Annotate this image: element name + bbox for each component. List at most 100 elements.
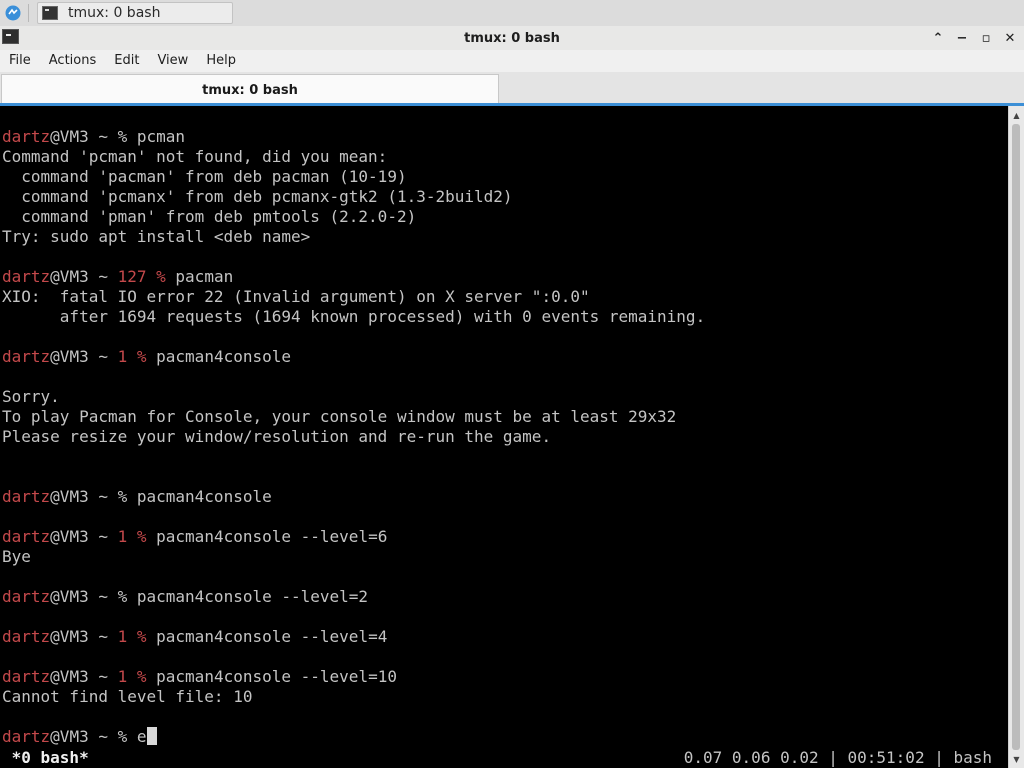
terminal-line: command 'pacman' from deb pacman (10-19) <box>2 167 705 187</box>
terminal-line: dartz@VM3 ~ % e <box>2 727 705 747</box>
tmux-window-list[interactable]: *0 bash* <box>2 748 89 768</box>
terminal-text: dartz <box>2 267 51 286</box>
terminal-text: XIO: fatal IO error 22 (Invalid argument… <box>2 287 590 306</box>
taskbar-separator <box>28 4 29 22</box>
close-button[interactable]: ✕ <box>1000 28 1020 48</box>
terminal-text: @VM3 ~ <box>50 267 118 286</box>
terminal-text: dartz <box>2 627 51 646</box>
terminal-text: pacman4console <box>146 347 292 366</box>
minimize-button[interactable]: − <box>952 28 972 48</box>
terminal-line: Cannot find level file: 10 <box>2 687 705 707</box>
text-cursor <box>146 727 157 745</box>
terminal-line: after 1694 requests (1694 known processe… <box>2 307 705 327</box>
menu-file[interactable]: File <box>0 50 40 72</box>
terminal-text: Cannot find level file: 10 <box>2 687 253 706</box>
terminal-text: 1 % <box>117 627 147 646</box>
terminal-line: dartz@VM3 ~ 1 % pacman4console --level=6 <box>2 527 705 547</box>
terminal-line: Command 'pcman' not found, did you mean: <box>2 147 705 167</box>
terminal-line: dartz@VM3 ~ % pacman4console --level=2 <box>2 587 705 607</box>
terminal-line: Try: sudo apt install <deb name> <box>2 227 705 247</box>
terminal-icon <box>42 6 58 20</box>
terminal-line: XIO: fatal IO error 22 (Invalid argument… <box>2 287 705 307</box>
menu-help[interactable]: Help <box>197 50 245 72</box>
terminal-text: pacman4console --level=4 <box>146 627 388 646</box>
terminal-text: dartz <box>2 587 51 606</box>
terminal-line: dartz@VM3 ~ 1 % pacman4console <box>2 347 705 367</box>
menu-edit[interactable]: Edit <box>105 50 148 72</box>
terminal-text: @VM3 ~ % pacman4console --level=2 <box>50 587 369 606</box>
terminal-line: dartz@VM3 ~ 1 % pacman4console --level=4 <box>2 627 705 647</box>
terminal-text: dartz <box>2 727 51 746</box>
terminal-line: Sorry. <box>2 387 705 407</box>
shade-button[interactable]: ⌃ <box>928 28 948 48</box>
terminal-line: command 'pcmanx' from deb pcmanx-gtk2 (1… <box>2 187 705 207</box>
terminal-view[interactable]: dartz@VM3 ~ % pcman Command 'pcman' not f… <box>0 106 1008 768</box>
taskbar-task-label: tmux: 0 bash <box>68 5 161 21</box>
terminal-text: @VM3 ~ % pacman4console <box>50 487 272 506</box>
maximize-button[interactable]: ▫ <box>976 28 996 48</box>
terminal-text: 1 % <box>117 347 147 366</box>
menubar: File Actions Edit View Help <box>0 50 1024 72</box>
tab-bar: tmux: 0 bash <box>0 72 1024 106</box>
taskbar-task-button[interactable]: tmux: 0 bash <box>37 2 233 24</box>
taskbar: tmux: 0 bash <box>0 0 1024 27</box>
terminal-line: dartz@VM3 ~ % pcman <box>2 127 705 147</box>
terminal-text: 127 % <box>117 267 166 286</box>
terminal-line: dartz@VM3 ~ 127 % pacman <box>2 267 705 287</box>
terminal-text: dartz <box>2 487 51 506</box>
terminal-text: command 'pacman' from deb pacman (10-19) <box>2 167 407 186</box>
terminal-text: 1 % <box>117 527 147 546</box>
terminal-line: Please resize your window/resolution and… <box>2 427 705 447</box>
terminal-text: Command 'pcman' not found, did you mean: <box>2 147 388 166</box>
terminal-text: @VM3 ~ <box>50 347 118 366</box>
terminal-output: dartz@VM3 ~ % pcman Command 'pcman' not f… <box>2 127 705 747</box>
terminal-text: dartz <box>2 127 51 146</box>
terminal-text: Please resize your window/resolution and… <box>2 427 552 446</box>
terminal-text: Try: sudo apt install <deb name> <box>2 227 311 246</box>
terminal-text: pacman4console --level=10 <box>146 667 397 686</box>
terminal-text: dartz <box>2 527 51 546</box>
tab-label: tmux: 0 bash <box>202 82 298 98</box>
menu-actions[interactable]: Actions <box>40 50 106 72</box>
tab-tmux-bash[interactable]: tmux: 0 bash <box>1 74 499 105</box>
window-title: tmux: 0 bash <box>464 30 560 46</box>
terminal-text: command 'pman' from deb pmtools (2.2.0-2… <box>2 207 417 226</box>
terminal-icon[interactable] <box>2 29 19 44</box>
app-menu-icon[interactable] <box>3 3 23 23</box>
terminal-text: 1 % <box>117 667 147 686</box>
scroll-up-arrow-icon[interactable]: ▲ <box>1009 107 1024 123</box>
terminal-text: Bye <box>2 547 31 566</box>
terminal-line: dartz@VM3 ~ % pacman4console <box>2 487 705 507</box>
terminal-scrollbar[interactable]: ▲ ▼ <box>1008 106 1024 768</box>
terminal-text: @VM3 ~ <box>50 667 118 686</box>
terminal-text: pacman <box>165 267 234 286</box>
terminal-text: To play Pacman for Console, your console… <box>2 407 677 426</box>
terminal-line: dartz@VM3 ~ 1 % pacman4console --level=1… <box>2 667 705 687</box>
scroll-thumb[interactable] <box>1012 124 1020 750</box>
menu-view[interactable]: View <box>148 50 197 72</box>
window-titlebar[interactable]: tmux: 0 bash ⌃ − ▫ ✕ <box>0 26 1024 50</box>
tmux-status-right: 0.07 0.06 0.02 | 00:51:02 | bash <box>683 748 992 767</box>
terminal-text: @VM3 ~ % e <box>50 727 147 746</box>
terminal-text: dartz <box>2 347 51 366</box>
terminal-text: after 1694 requests (1694 known processe… <box>2 307 706 326</box>
terminal-text: Sorry. <box>2 387 60 406</box>
terminal-line: command 'pman' from deb pmtools (2.2.0-2… <box>2 207 705 227</box>
terminal-text: @VM3 ~ <box>50 527 118 546</box>
terminal-text: pacman4console --level=6 <box>146 527 388 546</box>
terminal-text: @VM3 ~ <box>50 627 118 646</box>
terminal-line: To play Pacman for Console, your console… <box>2 407 705 427</box>
scroll-down-arrow-icon[interactable]: ▼ <box>1009 751 1024 767</box>
terminal-text: dartz <box>2 667 51 686</box>
tmux-status-bar: *0 bash* 0.07 0.06 0.02 | 00:51:02 | bas… <box>0 748 1008 768</box>
